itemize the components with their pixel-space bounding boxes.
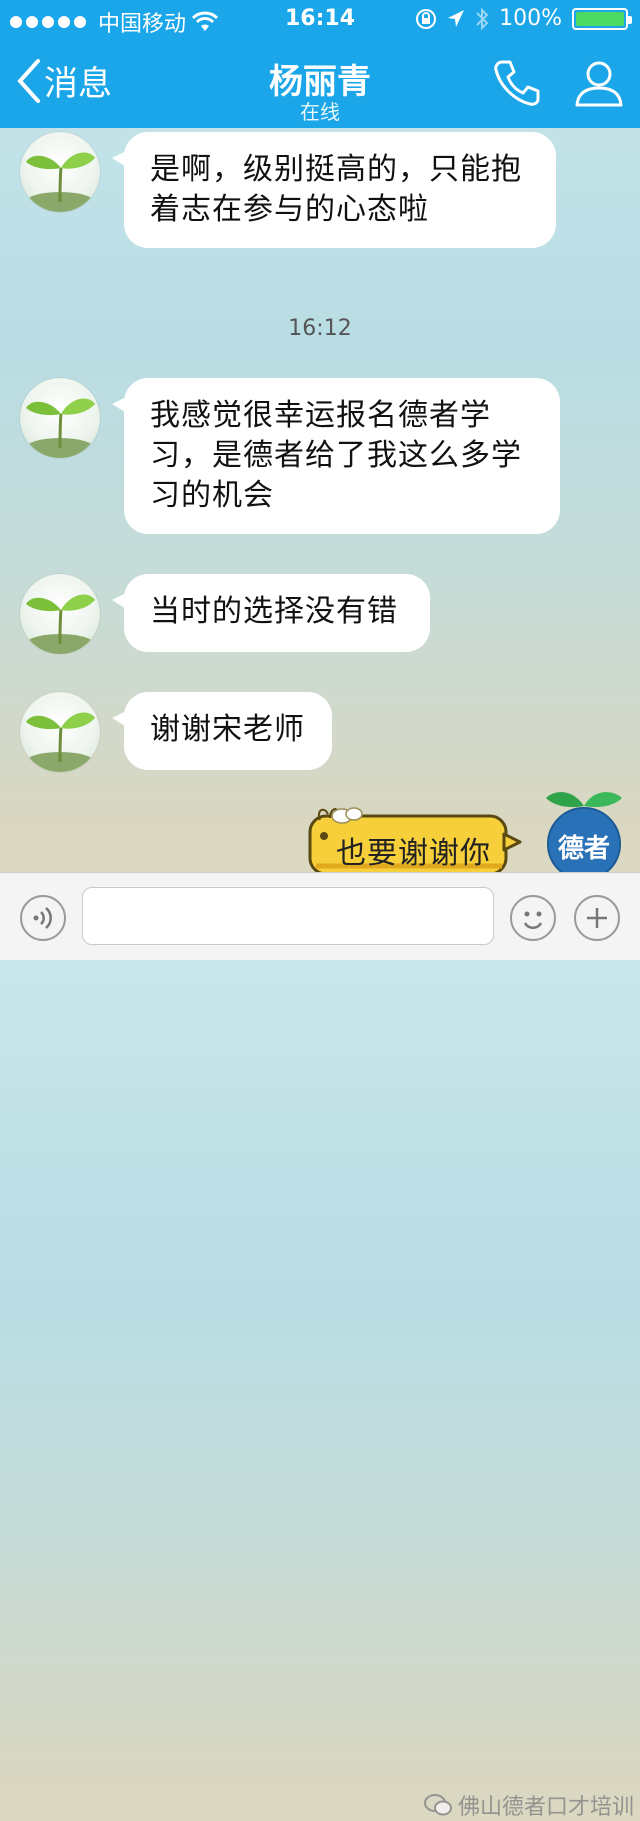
message-text: 我感觉很幸运报名德者学 [150, 398, 491, 433]
message-text: 是啊，级别挺高的，只能抱 [150, 152, 522, 187]
avatar[interactable] [20, 132, 100, 212]
message-text: 谢谢宋老师 [150, 712, 305, 747]
plus-icon [587, 908, 607, 928]
profile-icon[interactable] [574, 58, 624, 108]
sprout-icon [26, 712, 95, 772]
watermark-text: 佛山德者口才培训 [458, 1795, 635, 1820]
message-text: 当时的选择没有错 [150, 594, 398, 629]
watermark: 佛山德者口才培训 [424, 1789, 634, 1821]
message-input[interactable] [82, 887, 494, 945]
message-text: 习的机会 [150, 478, 274, 513]
my-avatar[interactable]: 德者 [542, 784, 626, 881]
emoji-icon [523, 911, 543, 930]
status-bar: 中国移动 16:14 100% [0, 0, 640, 40]
plus-button[interactable] [574, 895, 620, 941]
wechat-icon [424, 1794, 452, 1816]
message-bubble[interactable]: 当时的选择没有错 [112, 574, 430, 652]
avatar[interactable] [20, 574, 100, 654]
emoji-button[interactable] [510, 895, 556, 941]
battery-fill [576, 11, 624, 26]
contact-status: 在线 [300, 100, 340, 124]
voice-button[interactable] [20, 895, 66, 941]
input-bar: 佛山德者口才培训 [0, 872, 640, 1820]
message-bubble[interactable]: 是啊，级别挺高的，只能抱 着志在参与的心态啦 [112, 132, 556, 248]
message-text: 习，是德者给了我这么多学 [150, 438, 522, 473]
location-arrow-icon [448, 9, 465, 27]
message-text: 着志在参与的心态啦 [150, 192, 429, 227]
battery-icon [572, 7, 632, 30]
my-message-text: 也要谢谢你 [336, 836, 491, 871]
voice-icon [33, 907, 52, 929]
my-avatar-text: 德者 [557, 834, 610, 864]
lock-rotation-icon [416, 8, 437, 29]
bluetooth-icon [476, 7, 489, 30]
message-bubble[interactable]: 谢谢宋老师 [112, 692, 332, 770]
avatar[interactable] [20, 378, 100, 458]
sprout-icon [26, 398, 95, 458]
message-bubble[interactable]: 我感觉很幸运报名德者学 习，是德者给了我这么多学 习的机会 [112, 378, 560, 534]
nav-bar: 消息 杨丽青 在线 [0, 40, 640, 128]
phone-icon[interactable] [492, 58, 542, 108]
sprout-icon [26, 152, 95, 212]
status-right: 100% [415, 6, 632, 31]
avatar[interactable] [20, 692, 100, 772]
battery-percent: 100% [499, 6, 562, 31]
message-timestamp: 16:12 [288, 316, 352, 341]
my-message-bubble[interactable]: 也要谢谢你 [306, 806, 522, 876]
sprout-icon [26, 594, 95, 654]
